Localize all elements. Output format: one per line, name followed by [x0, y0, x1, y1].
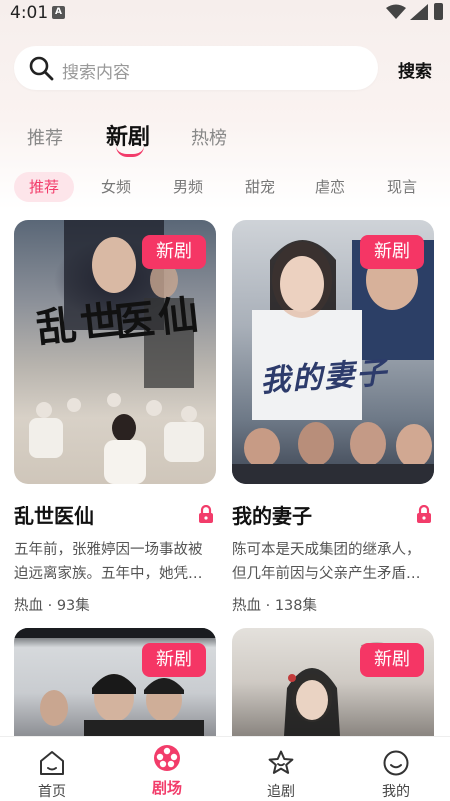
new-drama-badge: 新剧 — [142, 643, 206, 677]
star-icon — [268, 750, 294, 774]
status-time: 4:01 — [10, 3, 49, 23]
drama-description: 五年前，张雅婷因一场事故被 迫远离家族。五年中，她凭… — [14, 538, 216, 586]
lock-icon — [417, 505, 431, 523]
drama-card[interactable]: 乱世 医仙 新剧 乱世医仙 五年前，张雅婷因一场事故被 迫远离家族。五年中，她凭… — [14, 220, 216, 620]
lock-icon — [199, 505, 213, 523]
drama-card[interactable]: 我的妻子 新剧 我的妻子 陈可本是天成集团的继承人， 但几年前因与父亲产生矛盾…… — [232, 220, 434, 620]
category-chip-sweet[interactable]: 甜宠 — [230, 172, 290, 202]
wifi-icon — [386, 4, 406, 19]
description-line: 五年前，张雅婷因一场事故被 — [14, 542, 203, 558]
description-line: 但几年前因与父亲产生矛盾… — [232, 566, 421, 582]
drama-card[interactable]: 新剧 — [14, 628, 216, 736]
drama-poster[interactable]: 我的妻子 新剧 — [232, 220, 434, 484]
drama-meta: 热血 · 138集 — [232, 598, 318, 614]
nav-profile-label: 我的 — [382, 784, 410, 800]
active-tab-indicator — [116, 146, 144, 157]
status-bar: 4:01 A — [0, 0, 450, 26]
bottom-navigation: 首页 剧场 追剧 我的 — [0, 736, 450, 801]
search-icon — [29, 56, 54, 81]
new-drama-badge: 新剧 — [142, 235, 206, 269]
drama-card[interactable]: 新剧 — [232, 628, 434, 736]
new-drama-badge: 新剧 — [360, 643, 424, 677]
home-icon — [40, 751, 64, 775]
drama-poster[interactable]: 新剧 — [14, 628, 216, 736]
category-chip-female[interactable]: 女频 — [86, 172, 146, 202]
category-chip-male[interactable]: 男频 — [158, 172, 218, 202]
poster-title-text-2: 医仙 — [112, 290, 205, 347]
drama-poster[interactable]: 乱世 医仙 新剧 — [14, 220, 216, 484]
category-chip-angst[interactable]: 虐恋 — [300, 172, 360, 202]
tab-hot-list[interactable]: 热榜 — [191, 124, 227, 150]
category-chip-recommend[interactable]: 推荐 — [14, 172, 74, 202]
nav-home-label: 首页 — [38, 784, 66, 800]
search-placeholder: 搜索内容 — [62, 63, 130, 83]
drama-title[interactable]: 我的妻子 — [232, 500, 312, 529]
battery-icon — [434, 3, 443, 20]
description-line: 迫远离家族。五年中，她凭… — [14, 566, 203, 582]
nav-theater-label: 剧场 — [151, 779, 182, 797]
nav-follow-label: 追剧 — [267, 784, 295, 800]
poster-title-text: 我的妻子 — [259, 355, 390, 400]
drama-description: 陈可本是天成集团的继承人， 但几年前因与父亲产生矛盾… — [232, 538, 434, 586]
film-reel-icon — [154, 745, 180, 771]
drama-meta: 热血 · 93集 — [14, 598, 90, 614]
category-chip-modern[interactable]: 现言 — [372, 172, 432, 202]
tab-recommend[interactable]: 推荐 — [27, 124, 63, 150]
search-input[interactable]: 搜索内容 — [14, 46, 378, 90]
notification-icon: A — [52, 6, 65, 19]
new-drama-badge: 新剧 — [360, 235, 424, 269]
smiley-icon — [383, 750, 409, 776]
drama-title[interactable]: 乱世医仙 — [14, 500, 94, 529]
description-line: 陈可本是天成集团的继承人， — [232, 542, 421, 558]
signal-icon — [410, 4, 428, 20]
drama-poster[interactable]: 新剧 — [232, 628, 434, 736]
search-button[interactable]: 搜索 — [398, 57, 432, 82]
